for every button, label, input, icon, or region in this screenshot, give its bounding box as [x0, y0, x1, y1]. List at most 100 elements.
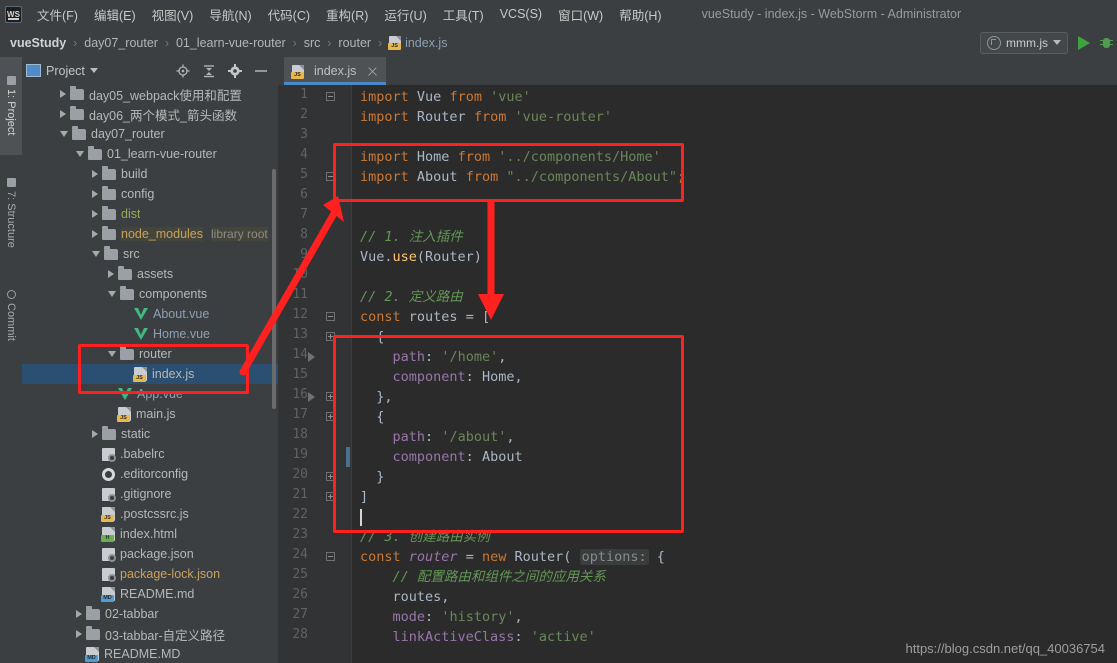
tree-item[interactable]: router	[22, 344, 278, 364]
menu-file[interactable]: 文件(F)	[29, 2, 86, 27]
collapse-arrow-icon[interactable]	[76, 151, 84, 157]
expand-arrow-icon[interactable]	[60, 90, 66, 98]
collapse-arrow-icon[interactable]	[108, 291, 116, 297]
folder-icon	[102, 205, 116, 220]
tree-item[interactable]: 02-tabbar	[22, 604, 278, 624]
tool-button-structure[interactable]: 7: Structure	[0, 157, 22, 269]
tree-item[interactable]: MD README.MD	[22, 644, 278, 663]
project-panel-scrollbar[interactable]	[272, 169, 276, 409]
tree-item[interactable]: 01_learn-vue-router	[22, 144, 278, 164]
run-configuration-selector[interactable]: mmm.js	[980, 31, 1068, 54]
menu-help[interactable]: 帮助(H)	[611, 2, 669, 27]
menu-code[interactable]: 代码(C)	[260, 2, 318, 27]
run-button[interactable]	[1078, 35, 1090, 50]
vcs-change-marker[interactable]	[346, 447, 350, 467]
tree-item[interactable]: Home.vue	[22, 324, 278, 344]
folder-icon	[70, 85, 84, 100]
tree-item[interactable]: package.json	[22, 544, 278, 564]
expand-arrow-icon[interactable]	[92, 430, 98, 438]
tree-item[interactable]: 03-tabbar-自定义路径	[22, 624, 278, 644]
code-editor[interactable]: 1 2 3 4 5 6 7 8 9 10 11 12 13 14 15 16 17 18 19 20 21 22 23 24 2…	[278, 85, 1117, 663]
debug-button[interactable]	[1100, 36, 1113, 50]
folder-icon	[102, 225, 116, 240]
expand-arrow-icon[interactable]	[76, 630, 82, 638]
fold-expand-icon[interactable]	[326, 392, 335, 401]
tool-button-label: 1: Project	[5, 89, 17, 136]
close-icon[interactable]	[367, 66, 378, 77]
tree-item[interactable]: day05_webpack使用和配置	[22, 84, 278, 104]
breadcrumb-item-project[interactable]: vueStudy	[8, 34, 68, 52]
fold-collapse-icon[interactable]	[326, 552, 335, 561]
collapse-arrow-icon[interactable]	[92, 251, 100, 257]
tree-item[interactable]: assets	[22, 264, 278, 284]
expand-arrow-icon[interactable]	[76, 610, 82, 618]
js-file-icon: JS	[388, 36, 402, 50]
tree-item[interactable]: components	[22, 284, 278, 304]
menu-view[interactable]: 视图(V)	[144, 2, 202, 27]
project-file-tree[interactable]: day05_webpack使用和配置 day06_两个模式_箭头函数 day07_r…	[22, 84, 278, 663]
expand-arrow-icon[interactable]	[60, 110, 66, 118]
expand-arrow-icon[interactable]	[92, 190, 98, 198]
tree-item[interactable]: .gitignore	[22, 484, 278, 504]
breadcrumb-item-src[interactable]: src	[302, 34, 323, 52]
project-panel-title[interactable]: Project	[26, 64, 98, 78]
fold-expand-icon[interactable]	[326, 472, 335, 481]
tree-item[interactable]: Hindex.html	[22, 524, 278, 544]
gear-icon[interactable]	[228, 63, 242, 78]
menu-window[interactable]: 窗口(W)	[550, 2, 611, 27]
editor-gutter[interactable]: 1 2 3 4 5 6 7 8 9 10 11 12 13 14 15 16 17 18 19 20 21 22 23 24 2…	[278, 85, 352, 663]
locate-icon[interactable]	[176, 64, 190, 78]
tree-item-selected[interactable]: JS index.js	[22, 364, 278, 384]
code-content[interactable]: import Vue from 'vue' import Router from …	[352, 85, 1117, 663]
tree-item[interactable]: About.vue	[22, 304, 278, 324]
tree-item[interactable]: day06_两个模式_箭头函数	[22, 104, 278, 124]
collapse-arrow-icon[interactable]	[60, 131, 68, 137]
collapse-all-icon[interactable]	[202, 64, 216, 78]
menu-vcs[interactable]: VCS(S)	[492, 4, 550, 24]
hide-panel-icon[interactable]	[254, 64, 268, 78]
expand-arrow-icon[interactable]	[92, 210, 98, 218]
tree-item[interactable]: static	[22, 424, 278, 444]
fold-collapse-icon[interactable]	[326, 172, 335, 181]
breadcrumb-item-index-js[interactable]: JS index.js	[387, 34, 449, 52]
fold-collapse-icon[interactable]	[326, 92, 335, 101]
fold-collapse-icon[interactable]	[326, 312, 335, 321]
breadcrumb-item-day07-router[interactable]: day07_router	[82, 34, 160, 52]
expand-arrow-icon[interactable]	[108, 270, 114, 278]
tree-item[interactable]: MD README.md	[22, 584, 278, 604]
tree-item[interactable]: build	[22, 164, 278, 184]
tool-button-project[interactable]: 1: Project	[0, 57, 22, 155]
tree-item[interactable]: node_modules library root	[22, 224, 278, 244]
tree-item[interactable]: JS main.js	[22, 404, 278, 424]
fold-expand-icon[interactable]	[326, 412, 335, 421]
menu-tools[interactable]: 工具(T)	[435, 2, 492, 27]
breadcrumb-item-learn-vue-router[interactable]: 01_learn-vue-router	[174, 34, 288, 52]
menu-navigate[interactable]: 导航(N)	[201, 2, 259, 27]
expand-arrow-icon[interactable]	[92, 230, 98, 238]
fold-expand-icon[interactable]	[326, 332, 335, 341]
editor-tab-index-js[interactable]: JS index.js	[284, 57, 387, 85]
menu-run[interactable]: 运行(U)	[376, 2, 434, 27]
menu-edit[interactable]: 编辑(E)	[86, 2, 144, 27]
tool-button-label: Commit	[5, 302, 17, 341]
tree-item[interactable]: .editorconfig	[22, 464, 278, 484]
tree-item[interactable]: .babelrc	[22, 444, 278, 464]
tree-item[interactable]: JS .postcssrc.js	[22, 504, 278, 524]
expand-arrow-icon[interactable]	[92, 170, 98, 178]
gutter-run-marker-icon[interactable]	[308, 352, 315, 362]
line-number: 22	[292, 507, 308, 522]
tree-item[interactable]: day07_router	[22, 124, 278, 144]
breadcrumb-item-router[interactable]: router	[336, 34, 373, 52]
tree-item[interactable]: dist	[22, 204, 278, 224]
tree-item[interactable]: package-lock.json	[22, 564, 278, 584]
collapse-arrow-icon[interactable]	[108, 351, 116, 357]
gutter-run-marker-icon[interactable]	[308, 392, 315, 402]
fold-expand-icon[interactable]	[326, 492, 335, 501]
tree-item[interactable]: config	[22, 184, 278, 204]
tree-item[interactable]: src	[22, 244, 278, 264]
tree-item[interactable]: App.vue	[22, 384, 278, 404]
tool-button-commit[interactable]: Commit	[0, 269, 22, 361]
menu-refactor[interactable]: 重构(R)	[318, 2, 376, 27]
